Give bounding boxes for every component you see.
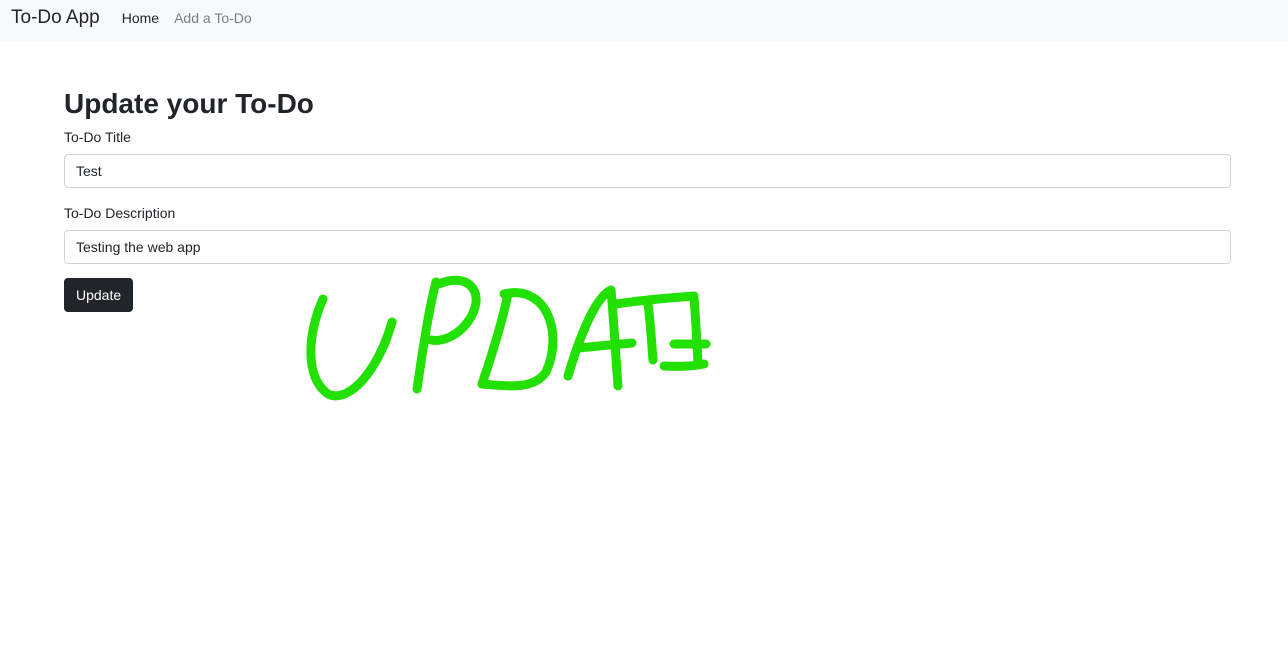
title-label: To-Do Title: [64, 129, 131, 145]
scribble-letter-e-bottom: [659, 359, 709, 371]
navbar-brand[interactable]: To-Do App: [11, 7, 100, 29]
page-title: Update your To-Do: [64, 88, 314, 119]
update-button[interactable]: Update: [64, 278, 134, 312]
scribble-letter-e-spine: [689, 293, 703, 369]
title-input[interactable]: [64, 154, 1231, 188]
scribble-letter-t-stem: [643, 299, 658, 365]
scribble-letter-d-stem: [477, 289, 513, 389]
description-label: To-Do Description: [64, 205, 176, 221]
nav-link-add-todo[interactable]: Add a To-Do: [174, 10, 252, 26]
handwritten-update-annotation: [306, 275, 711, 401]
nav-link-home[interactable]: Home: [122, 10, 159, 26]
scribble-letter-a-bar: [574, 338, 637, 353]
scribble-letter-p: [412, 277, 441, 394]
scribble-letter-u: [306, 294, 397, 401]
scribble-letter-t-top: [611, 291, 699, 309]
scribble-letter-a: [563, 285, 623, 391]
description-input[interactable]: [64, 230, 1231, 264]
navbar: To-Do App Home Add a To-Do: [0, 0, 1288, 41]
